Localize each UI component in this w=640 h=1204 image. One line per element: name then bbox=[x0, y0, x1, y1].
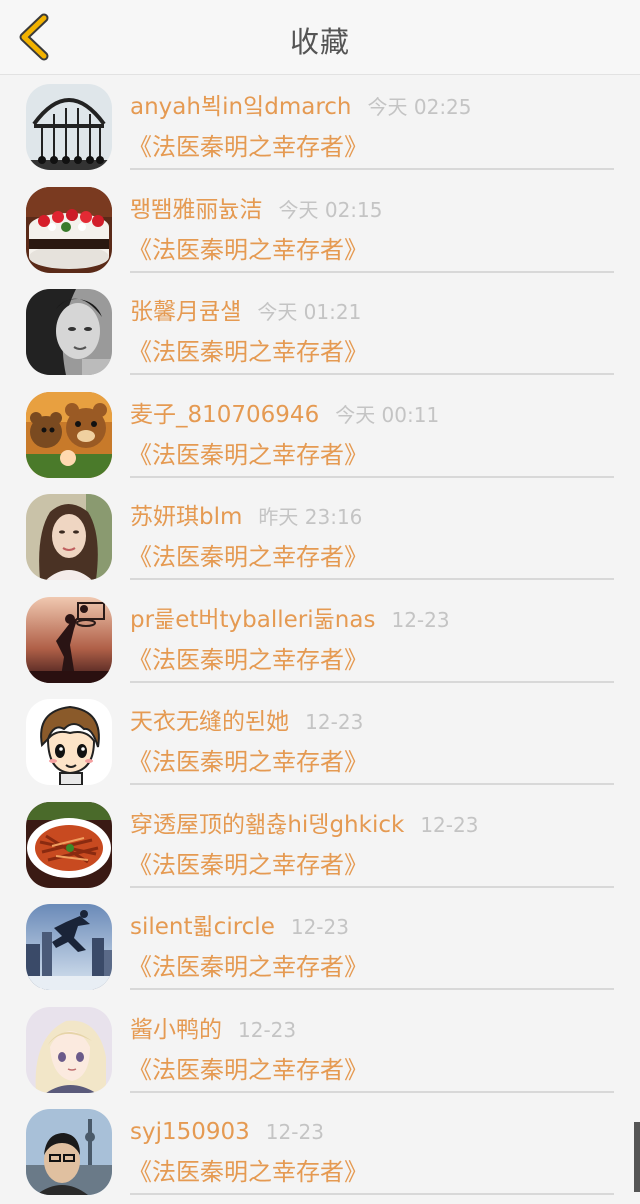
list-item[interactable]: pr릁et버tyballeri둚nas 12-23 《法医秦明之幸存者》 bbox=[0, 589, 640, 692]
divider bbox=[130, 988, 614, 990]
divider bbox=[130, 270, 614, 273]
timestamp: 今天 01:21 bbox=[257, 300, 362, 324]
list-item[interactable]: 穿透屋顶的홺츊hi뎅ghkick 12-23 《法医秦明之幸存者》 bbox=[0, 794, 640, 897]
book-title[interactable]: 《法医秦明之幸存者》 bbox=[128, 337, 368, 367]
timestamp: 12-23 bbox=[265, 1120, 324, 1144]
gate-avatar[interactable] bbox=[26, 84, 112, 170]
user-name[interactable]: 天衣无缝的된她 bbox=[130, 709, 289, 735]
scrollbar[interactable] bbox=[634, 1122, 640, 1192]
bw-portrait-avatar[interactable] bbox=[26, 289, 112, 375]
user-name[interactable]: 뫵뙘雅丽늀洁 bbox=[130, 197, 262, 223]
divider bbox=[130, 475, 614, 478]
cake-avatar[interactable] bbox=[26, 186, 112, 273]
timestamp: 今天 02:15 bbox=[278, 197, 383, 222]
book-title[interactable]: 《法医秦明之幸存者》 bbox=[128, 1157, 368, 1187]
book-title[interactable]: 《法医秦明之幸存者》 bbox=[128, 952, 368, 982]
cartoon-boy-avatar[interactable] bbox=[26, 699, 112, 785]
basketball-avatar[interactable] bbox=[26, 596, 112, 683]
timestamp: 12-23 bbox=[420, 812, 479, 837]
user-name[interactable]: anyah뵉in잌dmarch bbox=[130, 94, 352, 120]
list-item[interactable]: 苏妍琪blm 昨天 23:16 《法医秦明之幸存者》 bbox=[0, 486, 640, 589]
divider bbox=[130, 373, 614, 375]
divider bbox=[130, 1090, 614, 1093]
list-item[interactable]: 张馨月큠섈 今天 01:21 《法医秦明之幸存者》 bbox=[0, 281, 640, 384]
list-item[interactable]: syj150903 12-23 《法医秦明之幸存者》 bbox=[0, 1101, 640, 1204]
book-title[interactable]: 《法医秦明之幸存者》 bbox=[128, 747, 368, 777]
timestamp: 12-23 bbox=[305, 710, 364, 734]
timestamp: 12-23 bbox=[391, 607, 450, 632]
list-item[interactable]: silent뢻circle 12-23 《法医秦明之幸存者》 bbox=[0, 896, 640, 999]
list-item[interactable]: 天衣无缝的된她 12-23 《法医秦明之幸存者》 bbox=[0, 691, 640, 794]
city-jump-avatar[interactable] bbox=[26, 904, 112, 990]
book-title[interactable]: 《法医秦明之幸存者》 bbox=[128, 542, 368, 572]
timestamp: 12-23 bbox=[238, 1017, 297, 1042]
anime-girl-avatar[interactable] bbox=[26, 1006, 112, 1093]
book-title[interactable]: 《法医秦明之幸存者》 bbox=[128, 132, 368, 162]
top-nav-bar: 收藏 bbox=[0, 0, 640, 75]
woman-portrait-avatar[interactable] bbox=[26, 494, 112, 580]
book-title[interactable]: 《法医秦明之幸存者》 bbox=[128, 1055, 368, 1085]
divider bbox=[130, 1193, 614, 1195]
divider bbox=[130, 885, 614, 888]
list-item[interactable]: 酱小鸭的 12-23 《法医秦明之幸存者》 bbox=[0, 999, 640, 1102]
user-name[interactable]: 麦子_810706946 bbox=[130, 402, 319, 428]
cartoon-bears-avatar[interactable] bbox=[26, 391, 112, 478]
selfie-avatar[interactable] bbox=[26, 1109, 112, 1195]
user-name[interactable]: 酱小鸭的 bbox=[130, 1017, 222, 1043]
book-title[interactable]: 《法医秦明之幸存者》 bbox=[128, 235, 368, 265]
divider bbox=[130, 168, 614, 170]
user-name[interactable]: 张馨月큠섈 bbox=[130, 299, 241, 325]
user-name[interactable]: syj150903 bbox=[130, 1119, 250, 1145]
book-title[interactable]: 《法医秦明之幸存者》 bbox=[128, 440, 368, 470]
favorites-list: anyah뵉in잌dmarch 今天 02:25 《法医秦明之幸存者》 뫵뙘雅丽늀… bbox=[0, 76, 640, 1204]
food-dish-avatar[interactable] bbox=[26, 801, 112, 888]
divider bbox=[130, 680, 614, 683]
timestamp: 12-23 bbox=[290, 915, 349, 939]
divider bbox=[130, 783, 614, 785]
list-item[interactable]: anyah뵉in잌dmarch 今天 02:25 《法医秦明之幸存者》 bbox=[0, 76, 640, 179]
divider bbox=[130, 578, 614, 580]
user-name[interactable]: 苏妍琪blm bbox=[130, 504, 242, 530]
timestamp: 今天 02:25 bbox=[367, 95, 472, 119]
list-item[interactable]: 뫵뙘雅丽늀洁 今天 02:15 《法医秦明之幸存者》 bbox=[0, 179, 640, 282]
user-name[interactable]: pr릁et버tyballeri둚nas bbox=[130, 607, 375, 633]
timestamp: 今天 00:11 bbox=[335, 402, 440, 427]
timestamp: 昨天 23:16 bbox=[258, 505, 363, 529]
list-item[interactable]: 麦子_810706946 今天 00:11 《法医秦明之幸存者》 bbox=[0, 384, 640, 487]
book-title[interactable]: 《法医秦明之幸存者》 bbox=[128, 850, 368, 880]
user-name[interactable]: 穿透屋顶的홺츊hi뎅ghkick bbox=[130, 812, 404, 838]
user-name[interactable]: silent뢻circle bbox=[130, 914, 275, 940]
page-title: 收藏 bbox=[289, 25, 350, 59]
book-title[interactable]: 《法医秦明之幸存者》 bbox=[128, 645, 368, 675]
